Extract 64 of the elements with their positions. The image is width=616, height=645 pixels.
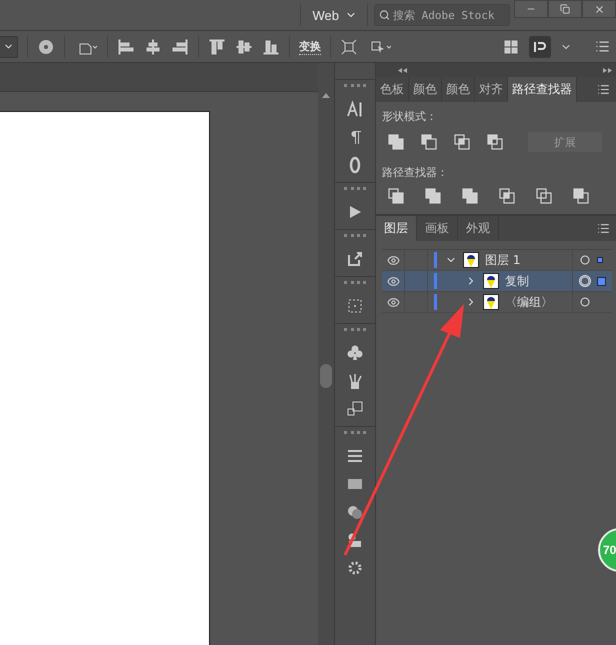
pathfinder-icon[interactable] — [573, 188, 589, 204]
type-icon[interactable] — [346, 100, 364, 118]
shape-mode-icon[interactable] — [454, 134, 470, 150]
target-circle-icon[interactable] — [579, 254, 591, 266]
grid-arrange-icon[interactable] — [502, 38, 520, 56]
selection-square-icon[interactable] — [597, 276, 606, 286]
restore-button[interactable] — [548, 0, 582, 18]
club-icon[interactable] — [346, 344, 364, 362]
layer-name[interactable]: 图层 1 — [485, 252, 572, 268]
pathfinder-icon[interactable] — [536, 188, 552, 204]
scroll-thumb[interactable] — [320, 364, 332, 388]
visibility-eye-icon[interactable] — [386, 274, 400, 288]
symbols-icon[interactable] — [346, 531, 364, 549]
align-right-icon[interactable] — [171, 38, 189, 56]
search-field[interactable]: 搜索 Adobe Stock — [374, 4, 510, 26]
layer-thumbnail-icon — [483, 294, 499, 310]
list-menu-icon[interactable] — [595, 39, 610, 54]
transform-icon[interactable] — [346, 400, 364, 418]
section-label: 路径查找器： — [381, 165, 449, 181]
export-icon[interactable] — [346, 250, 364, 268]
isolate-icon[interactable] — [340, 38, 358, 56]
pathfinder-icon[interactable] — [388, 188, 404, 204]
pathfinder-icon[interactable] — [462, 188, 478, 204]
layer-thumbnail-icon — [483, 273, 499, 289]
style-dropdown[interactable] — [0, 36, 18, 58]
visibility-eye-icon[interactable] — [386, 254, 400, 266]
close-icon — [594, 4, 604, 14]
layer-name[interactable]: 〈编组〉 — [505, 294, 572, 310]
align-center-icon[interactable] — [144, 38, 162, 56]
workspace-dropdown[interactable]: Web — [300, 4, 368, 26]
visibility-eye-icon[interactable] — [386, 296, 400, 308]
close-button[interactable] — [582, 0, 616, 18]
scrollbar[interactable] — [318, 63, 334, 645]
shape-mode-icon[interactable] — [487, 134, 503, 150]
align-bottom-icon[interactable] — [262, 38, 280, 56]
panel-tab[interactable]: 图层 — [376, 216, 417, 241]
panel-tab[interactable]: 路径查找器 — [508, 77, 577, 102]
layer-row[interactable]: 复制 — [382, 271, 612, 292]
target-circle-icon[interactable] — [579, 296, 591, 308]
scroll-up-icon[interactable] — [322, 93, 330, 98]
shape-mode-icon[interactable] — [388, 134, 404, 150]
target-circle-icon[interactable] — [579, 275, 591, 287]
layer-row[interactable]: 图层 1 — [382, 250, 612, 271]
search-icon — [379, 9, 390, 21]
align-middle-icon[interactable] — [235, 38, 253, 56]
layer-row[interactable]: 〈编组〉 — [382, 292, 612, 313]
align-left-icon[interactable] — [117, 38, 135, 56]
restore-icon — [560, 4, 570, 14]
transparency-icon[interactable] — [346, 503, 364, 521]
artboard-icon[interactable] — [346, 297, 364, 315]
expand-arrows-icon[interactable] — [603, 68, 612, 72]
section-label: 形状模式： — [381, 109, 438, 125]
collapse-arrows-icon[interactable] — [398, 68, 407, 72]
pathfinder-icon[interactable] — [499, 188, 515, 204]
selection-square-icon[interactable] — [597, 257, 603, 263]
pathfinder-icon[interactable] — [425, 188, 441, 204]
layer-thumbnail-icon — [463, 252, 479, 268]
layer-name[interactable]: 复制 — [505, 272, 572, 290]
panel-layout-button[interactable] — [529, 36, 551, 58]
align-top-icon[interactable] — [208, 38, 226, 56]
gear-icon[interactable] — [346, 559, 364, 577]
shape-mode-icon[interactable] — [421, 134, 437, 150]
stroke-icon[interactable] — [346, 447, 364, 465]
transform-link[interactable]: 变换 — [299, 38, 321, 54]
